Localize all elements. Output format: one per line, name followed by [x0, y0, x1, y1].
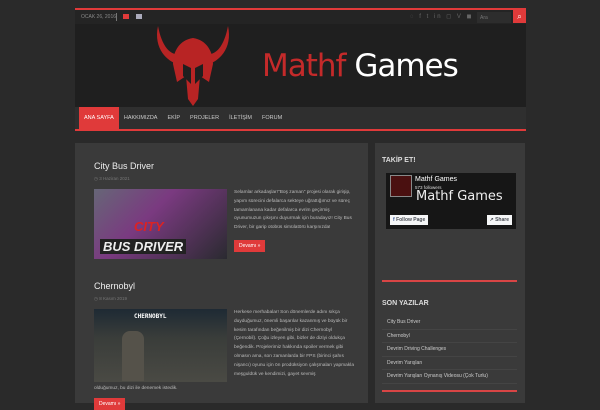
- facebook-widget[interactable]: Mathf Games 573 followers Mathf Games f …: [386, 173, 516, 229]
- recent-post-link[interactable]: Devrim Yarışları Oynanış Videosu (Çok Tu…: [382, 370, 517, 384]
- main-nav: ANA SAYFA HAKKIMIZDA EKİP PROJELER İLETİ…: [75, 107, 526, 131]
- english-flag-icon[interactable]: [136, 14, 142, 19]
- post-date: ◷ 8 Kasım 2019: [94, 296, 127, 301]
- social-icons[interactable]: ◌ f t in ◻ V ◼ ▶: [410, 13, 484, 20]
- post-title[interactable]: City Bus Driver: [94, 161, 354, 171]
- facebook-icon: f: [393, 217, 395, 223]
- divider: [382, 280, 517, 282]
- divider: [116, 13, 117, 21]
- helmet-logo-icon[interactable]: [153, 24, 233, 107]
- search-button[interactable]: ⌕: [513, 10, 526, 23]
- divider: [382, 390, 517, 392]
- post-thumbnail[interactable]: CITY BUS DRIVER: [94, 189, 227, 259]
- read-more-button[interactable]: Devamı »: [234, 240, 266, 252]
- nav-about[interactable]: HAKKIMIZDA: [119, 107, 163, 129]
- turkish-flag-icon[interactable]: [123, 14, 129, 19]
- sidebar: TAKİP ET! Mathf Games 573 followers Math…: [375, 143, 525, 403]
- search-input[interactable]: [477, 12, 511, 23]
- date: OCAK 26, 2016: [81, 14, 117, 20]
- share-button[interactable]: ↗ Share: [486, 215, 512, 225]
- page-avatar: [390, 175, 412, 197]
- nav-team[interactable]: EKİP: [162, 107, 185, 129]
- post-date: ◷ 3 Haziran 2021: [94, 176, 130, 181]
- recent-post-link[interactable]: Devrim Yarışları: [382, 357, 517, 370]
- nav-projects[interactable]: PROJELER: [185, 107, 224, 129]
- post-thumbnail[interactable]: CHERNOBYL: [94, 309, 227, 382]
- post: City Bus Driver ◷ 3 Haziran 2021 CITY BU…: [94, 161, 354, 259]
- recent-posts-title: SON YAZILAR: [382, 300, 429, 307]
- post-list: City Bus Driver ◷ 3 Haziran 2021 CITY BU…: [75, 143, 368, 410]
- recent-post-link[interactable]: Chernobyl: [382, 330, 517, 343]
- post-excerpt: Herkese merhabalar! Son dönemlerde adını…: [234, 310, 354, 377]
- recent-post-link[interactable]: Devrim Driving Challenges: [382, 343, 517, 357]
- post-excerpt-tail: olduğumuz, bu dizi ile denemek istedik.: [94, 386, 178, 391]
- recent-posts-list: City Bus Driver Chernobyl Devrim Driving…: [382, 316, 517, 384]
- post: Chernobyl ◷ 8 Kasım 2019 CHERNOBYL Herke…: [94, 281, 354, 410]
- follow-title: TAKİP ET!: [382, 157, 416, 164]
- site-header: Mathf Games: [75, 24, 526, 107]
- site-title[interactable]: Mathf Games: [262, 48, 459, 84]
- post-excerpt: Selamlar arkadaşlar!"Boş zaman" projesi …: [234, 190, 352, 231]
- post-title[interactable]: Chernobyl: [94, 281, 354, 291]
- top-bar: OCAK 26, 2016 ◌ f t in ◻ V ◼ ▶ ⌕: [75, 10, 526, 24]
- recent-post-link[interactable]: City Bus Driver: [382, 316, 517, 330]
- nav-forum[interactable]: FORUM: [257, 107, 287, 129]
- nav-contact[interactable]: İLETİŞİM: [224, 107, 257, 129]
- nav-home[interactable]: ANA SAYFA: [79, 107, 119, 129]
- follow-page-button[interactable]: f Follow Page: [390, 215, 429, 225]
